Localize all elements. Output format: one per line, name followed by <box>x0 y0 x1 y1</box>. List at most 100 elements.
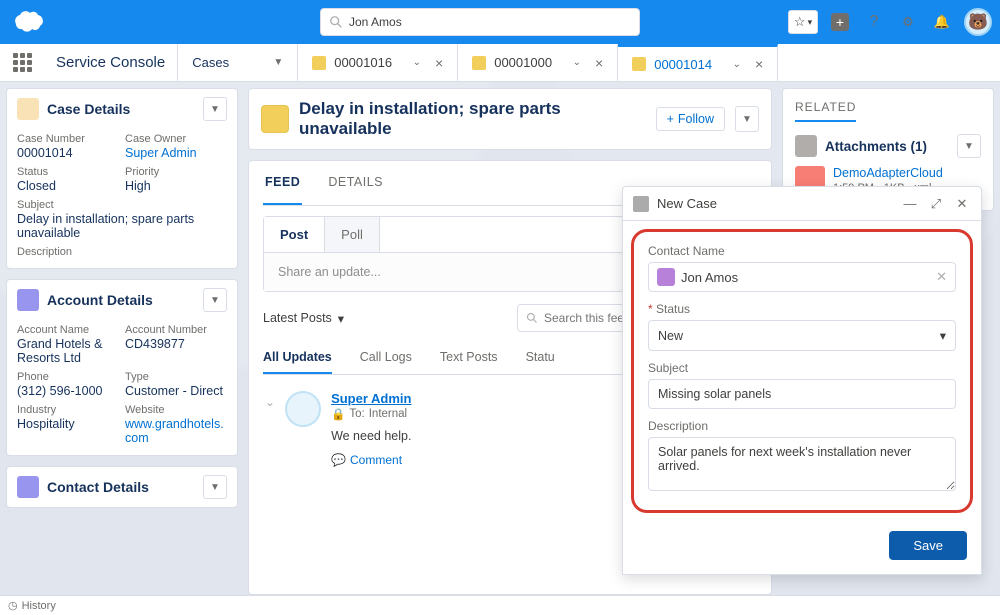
global-search-input[interactable] <box>349 15 631 29</box>
status-label: * Status <box>648 302 956 316</box>
follow-menu-button[interactable]: ▼ <box>735 106 759 132</box>
collapse-icon[interactable]: ⌄ <box>265 391 275 467</box>
case-owner-link[interactable]: Super Admin <box>125 146 227 160</box>
gear-icon: ⚙ <box>902 14 914 30</box>
user-avatar[interactable]: 🐻 <box>964 8 992 36</box>
chevron-down-icon: ▼ <box>964 141 974 152</box>
related-header: RELATED <box>795 100 856 122</box>
post-author-link[interactable]: Super Admin <box>331 391 411 406</box>
field-label: Case Number <box>17 133 119 145</box>
utility-bar: ◷ History <box>0 595 1000 615</box>
avatar-face-icon: 🐻 <box>968 12 988 32</box>
workspace-tab-1[interactable]: 00001016 ⌄ × <box>298 44 458 81</box>
field-label: Status <box>17 166 119 178</box>
workspace-tab-3[interactable]: 00001014 ⌄ × <box>618 44 778 81</box>
clock-icon: ◷ <box>8 599 18 612</box>
chevron-down-icon: ⌄ <box>733 59 741 70</box>
save-button[interactable]: Save <box>889 531 967 560</box>
contact-pill[interactable]: Jon Amos ✕ <box>648 262 956 292</box>
contact-label: Contact Name <box>648 244 956 258</box>
field-label: Subject <box>17 199 227 211</box>
follow-label: Follow <box>678 112 714 126</box>
field-value: CD439877 <box>125 337 227 351</box>
field-label: Account Number <box>125 324 227 336</box>
left-sidebar: Case Details ▼ Case Number00001014 Case … <box>6 88 238 595</box>
tab-feed[interactable]: FEED <box>263 161 302 205</box>
remove-icon[interactable]: ✕ <box>936 269 947 285</box>
attachment-icon <box>795 135 817 157</box>
field-label: Case Owner <box>125 133 227 145</box>
follow-button[interactable]: + Follow <box>656 107 725 131</box>
comment-label: Comment <box>350 453 402 467</box>
field-value: Closed <box>17 179 119 193</box>
record-title: Delay in installation; spare parts unava… <box>299 99 646 139</box>
filter-all-updates[interactable]: All Updates <box>263 342 332 374</box>
help-button[interactable]: ? <box>862 10 886 34</box>
attachment-name: DemoAdapterCloud <box>833 166 943 180</box>
close-icon[interactable]: × <box>755 56 763 72</box>
field-value: Customer - Direct <box>125 384 227 398</box>
sort-label: Latest Posts <box>263 311 332 325</box>
expand-button[interactable]: ⤢ <box>927 196 945 212</box>
chevron-down-icon: ▾ <box>940 328 946 343</box>
tab-details[interactable]: DETAILS <box>326 161 385 205</box>
chevron-down-icon: ▾ <box>338 311 344 326</box>
close-button[interactable]: ✕ <box>953 196 971 212</box>
panel-title: New Case <box>657 196 893 211</box>
tab-label: 00001014 <box>654 57 712 72</box>
composer-tab-poll[interactable]: Poll <box>325 217 380 252</box>
chevron-down-icon: ▾ <box>808 17 813 28</box>
description-textarea[interactable] <box>648 437 956 491</box>
description-label: Description <box>648 419 956 433</box>
tab-label: 00001016 <box>334 55 392 70</box>
global-add-button[interactable]: + <box>828 10 852 34</box>
subject-input[interactable] <box>648 379 956 409</box>
chevron-down-icon: ▼ <box>210 482 220 493</box>
workspace-tab-2[interactable]: 00001000 ⌄ × <box>458 44 618 81</box>
plus-icon: + <box>667 112 674 126</box>
field-label: Account Name <box>17 324 119 336</box>
card-title: Account Details <box>47 292 195 308</box>
account-details-card: Account Details ▼ Account NameGrand Hote… <box>6 279 238 456</box>
new-case-panel: New Case — ⤢ ✕ Contact Name Jon Amos ✕ *… <box>622 186 982 575</box>
filter-status[interactable]: Statu <box>526 342 555 374</box>
field-label: Priority <box>125 166 227 178</box>
setup-button[interactable]: ⚙ <box>896 10 920 34</box>
chevron-down-icon: ▼ <box>742 114 752 125</box>
field-value: Delay in installation; spare parts unava… <box>17 212 227 240</box>
close-icon[interactable]: × <box>435 55 443 71</box>
attachments-menu[interactable]: ▼ <box>957 134 981 158</box>
website-link[interactable]: www.grandhotels.com <box>125 417 227 445</box>
app-nav-bar: Service Console Cases ▼ 00001016 ⌄ × 000… <box>0 44 1000 82</box>
close-icon[interactable]: × <box>595 55 603 71</box>
card-menu-button[interactable]: ▼ <box>203 97 227 121</box>
field-label: Type <box>125 371 227 383</box>
field-value: High <box>125 179 227 193</box>
nav-item-label: Cases <box>192 55 229 70</box>
field-value: (312) 596-1000 <box>17 384 119 398</box>
composer-tab-post[interactable]: Post <box>264 217 325 252</box>
minimize-button[interactable]: — <box>901 196 919 211</box>
app-launcher[interactable] <box>0 44 44 81</box>
bell-icon: 🔔 <box>934 14 950 30</box>
post-to-label: To: <box>349 408 364 420</box>
search-icon <box>329 15 343 29</box>
lock-icon: 🔒 <box>331 407 345 421</box>
card-menu-button[interactable]: ▼ <box>203 288 227 312</box>
global-search[interactable] <box>320 8 640 36</box>
filter-text-posts[interactable]: Text Posts <box>440 342 498 374</box>
nav-item-cases[interactable]: Cases ▼ <box>178 44 298 81</box>
notifications-button[interactable]: 🔔 <box>930 10 954 34</box>
sort-button[interactable]: Latest Posts ▾ <box>263 311 344 326</box>
card-menu-button[interactable]: ▼ <box>203 475 227 499</box>
search-icon <box>526 312 538 324</box>
status-select[interactable]: New ▾ <box>648 320 956 351</box>
panel-header[interactable]: New Case — ⤢ ✕ <box>623 187 981 221</box>
favorites-button[interactable]: ☆▾ <box>788 10 818 34</box>
contact-details-card: Contact Details ▼ <box>6 466 238 508</box>
history-button[interactable]: History <box>22 600 56 612</box>
field-label: Website <box>125 404 227 416</box>
comment-icon: 💬 <box>331 453 346 467</box>
filter-call-logs[interactable]: Call Logs <box>360 342 412 374</box>
case-icon <box>17 98 39 120</box>
